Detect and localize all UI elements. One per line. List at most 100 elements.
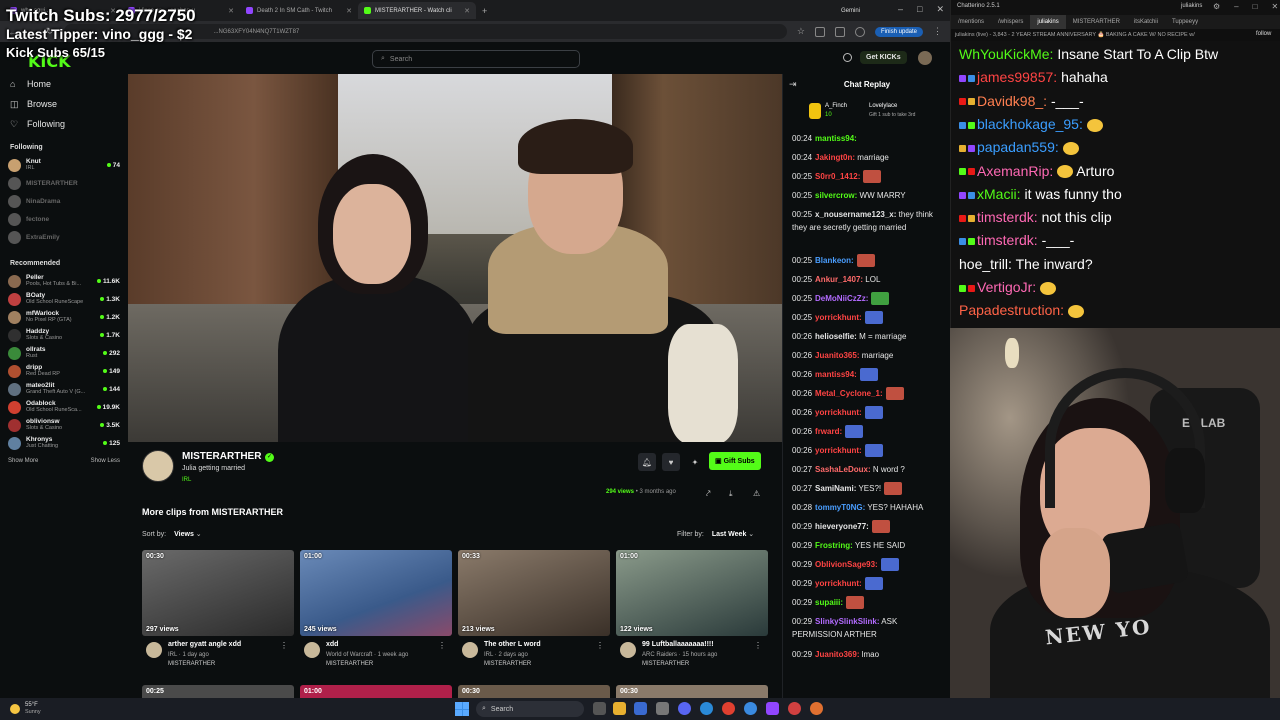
chat-username[interactable]: supaiii:: [815, 598, 843, 607]
chatterino-tab[interactable]: /whispers: [991, 15, 1030, 29]
channel-item[interactable]: Knut IRL 74: [0, 156, 128, 174]
minimize-icon[interactable]: –: [1234, 2, 1238, 11]
star-icon[interactable]: ☆: [797, 26, 805, 37]
reader-icon[interactable]: [834, 26, 845, 37]
report-icon[interactable]: ⚠: [753, 489, 760, 498]
channel-item[interactable]: BOaty Old School RuneScape 1.3K: [0, 290, 128, 308]
chatterino-tab[interactable]: Tuppeeyy: [1165, 15, 1205, 29]
clip-card[interactable]: 00:33 213 views The other L word IRL · 2 da…: [458, 550, 610, 680]
clip-streamer-avatar[interactable]: [462, 642, 478, 658]
sidebar-item-following[interactable]: ♡ Following: [0, 114, 128, 134]
clip-streamer[interactable]: MISTERARTHER: [326, 661, 373, 667]
chat-username[interactable]: Blankeon:: [815, 256, 854, 265]
chatterino-username[interactable]: timsterdk:: [977, 209, 1038, 225]
clip-title[interactable]: 99 Luftballaaaaaaa!!!!: [642, 641, 714, 648]
gift-user-1[interactable]: A_Finch: [825, 103, 847, 109]
filter-value[interactable]: Last Week: [712, 531, 747, 538]
extension-icon[interactable]: [814, 26, 825, 37]
clip-streamer-avatar[interactable]: [304, 642, 320, 658]
finish-update-button[interactable]: Finish update: [874, 26, 923, 37]
new-tab-icon[interactable]: +: [482, 6, 487, 16]
channel-item[interactable]: Haddzy Slots & Casino 1.7K: [0, 326, 128, 344]
twitch-icon[interactable]: [766, 702, 779, 715]
file-explorer-icon[interactable]: [613, 702, 626, 715]
gift-cta[interactable]: Gift 1 sub to take 3rd: [869, 112, 915, 118]
chat-username[interactable]: SamiNami:: [815, 484, 856, 493]
chat-username[interactable]: Frostring:: [815, 541, 853, 550]
clip-streamer[interactable]: MISTERARTHER: [642, 661, 689, 667]
chatterino-username[interactable]: xMacii:: [977, 186, 1021, 202]
filter-by[interactable]: Filter by: Last Week ⌄: [677, 530, 754, 538]
chat-username[interactable]: OblivionSage93:: [815, 560, 878, 569]
channel-item[interactable]: Odablock Old School RuneSca... 19.9K: [0, 398, 128, 416]
follow-button[interactable]: ♥: [662, 453, 680, 471]
clip-streamer[interactable]: MISTERARTHER: [484, 661, 531, 667]
clip-thumbnail[interactable]: 01:00 245 views: [300, 550, 452, 636]
clip-category[interactable]: IRL: [182, 477, 191, 483]
streamer-avatar[interactable]: [142, 450, 174, 482]
store-icon[interactable]: [634, 702, 647, 715]
more-options-icon[interactable]: ⋮: [754, 641, 762, 650]
chat-username[interactable]: yorrickhunt:: [815, 408, 862, 417]
browser-tab[interactable]: Death 2 In SM Cath - Twitch ✕: [240, 2, 358, 19]
clip-streamer-avatar[interactable]: [620, 642, 636, 658]
gift-icon[interactable]: ✦: [686, 453, 704, 471]
sort-value[interactable]: Views: [174, 531, 194, 538]
maximize-icon[interactable]: □: [1253, 2, 1258, 11]
profile-icon[interactable]: [854, 26, 865, 37]
chatterino-username[interactable]: timsterdk:: [977, 232, 1038, 248]
more-options-icon[interactable]: ⋮: [438, 641, 446, 650]
clip-thumbnail[interactable]: 00:33 213 views: [458, 550, 610, 636]
menu-icon[interactable]: ⋮: [933, 26, 942, 37]
channel-item[interactable]: Peller Pools, Hot Tubs & Bi... 11.6K: [0, 272, 128, 290]
chat-username[interactable]: yorrickhunt:: [815, 446, 862, 455]
chat-username[interactable]: silvercrow:: [815, 191, 857, 200]
clip-card[interactable]: 00:30: [616, 685, 768, 699]
channel-item[interactable]: ExtraEmily: [0, 228, 128, 246]
gemini-button[interactable]: Gemini: [841, 8, 860, 14]
chat-username[interactable]: frward:: [815, 427, 842, 436]
clip-title[interactable]: xdd: [326, 641, 338, 648]
minimize-icon[interactable]: –: [898, 4, 903, 15]
clip-streamer-avatar[interactable]: [146, 642, 162, 658]
close-icon[interactable]: ✕: [1271, 2, 1278, 11]
show-less-button[interactable]: Show Less: [91, 458, 120, 464]
clip-title[interactable]: arther gyatt angle xdd: [168, 641, 241, 648]
chat-username[interactable]: Ankur_1407:: [815, 275, 863, 284]
clip-card[interactable]: 01:00: [300, 685, 452, 699]
clip-card[interactable]: 01:00 245 views xdd World of Warcraft · 1 w…: [300, 550, 452, 680]
more-options-icon[interactable]: ⋮: [596, 641, 604, 650]
chatterino-username[interactable]: james99857:: [977, 69, 1057, 85]
search-input[interactable]: ⌕ Search: [372, 50, 580, 68]
chat-username[interactable]: mantiss94:: [815, 370, 857, 379]
chat-username[interactable]: Juanito369:: [815, 650, 859, 659]
maximize-icon[interactable]: □: [917, 4, 922, 15]
chatterino-username[interactable]: Davidk98_:: [977, 93, 1047, 109]
gift-user-2[interactable]: Lovelylace: [869, 103, 897, 109]
chatterino-username[interactable]: WhYouKickMe:: [959, 46, 1053, 62]
download-icon[interactable]: ⤓: [729, 489, 733, 499]
close-tab-icon[interactable]: ✕: [346, 7, 352, 15]
gift-subs-button[interactable]: ▣ Gift Subs: [709, 452, 761, 470]
share-icon[interactable]: ⤤: [706, 489, 711, 499]
chatterino-user[interactable]: juliakins: [1181, 3, 1202, 9]
more-options-icon[interactable]: ⋮: [280, 641, 288, 650]
close-icon[interactable]: ✕: [936, 4, 944, 15]
video-player[interactable]: [128, 74, 782, 442]
close-tab-icon[interactable]: ✕: [228, 7, 234, 15]
user-avatar[interactable]: [918, 51, 932, 65]
clip-card[interactable]: 00:25: [142, 685, 294, 699]
chatterino-tab[interactable]: itsKatchii: [1127, 15, 1165, 29]
chat-username[interactable]: Metal_Cyclone_1:: [815, 389, 883, 398]
chat-username[interactable]: Jakingt0n:: [815, 153, 855, 162]
chat-username[interactable]: mantiss94:: [815, 134, 857, 143]
follow-link[interactable]: follow: [1256, 31, 1271, 37]
channel-item[interactable]: ollrats Rust 292: [0, 344, 128, 362]
streamer-name[interactable]: MISTERARTHER: [182, 451, 261, 462]
clip-card[interactable]: 00:30: [458, 685, 610, 699]
clip-thumbnail[interactable]: 01:00 122 views: [616, 550, 768, 636]
edge-icon[interactable]: [700, 702, 713, 715]
chatterino-username[interactable]: VertigoJr:: [977, 279, 1036, 295]
browser-tab[interactable]: MISTERARTHER - Watch cli ✕: [358, 2, 476, 19]
channel-item[interactable]: NinaDrama: [0, 192, 128, 210]
